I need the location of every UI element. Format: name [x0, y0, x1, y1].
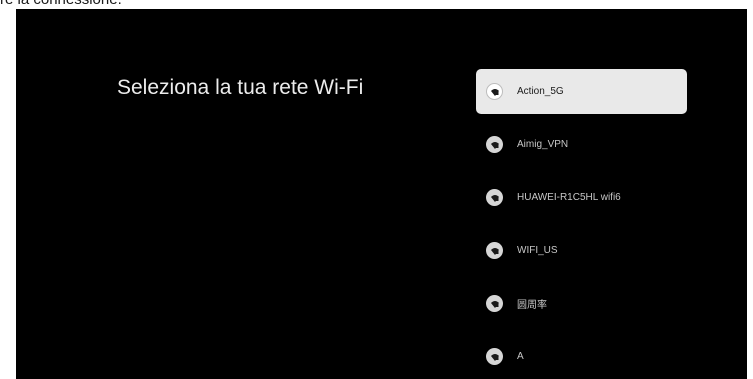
wifi-lock-icon — [486, 136, 503, 153]
wifi-network-item[interactable]: Action_5G — [476, 69, 687, 114]
wifi-network-item[interactable]: Aimig_VPN — [476, 122, 687, 167]
wifi-lock-icon — [486, 242, 503, 259]
wifi-network-item[interactable]: HUAWEI-R1C5HL wifi6 — [476, 175, 687, 220]
wifi-network-item[interactable]: A — [476, 334, 687, 379]
wifi-network-name: 圆周率 — [517, 300, 547, 311]
wifi-network-name: Action_5G — [517, 86, 564, 97]
top-caption: re la connessione. — [0, 0, 122, 9]
wifi-lock-icon — [486, 295, 503, 312]
wifi-network-item[interactable]: 圆周率 — [476, 281, 687, 326]
wifi-lock-icon — [486, 83, 503, 100]
wifi-lock-icon — [486, 189, 503, 206]
wifi-network-item[interactable]: WIFI_US — [476, 228, 687, 273]
tv-screen: Seleziona la tua rete Wi-Fi Action_5G Ai… — [16, 9, 747, 379]
wifi-network-name: HUAWEI-R1C5HL wifi6 — [517, 192, 621, 203]
wifi-network-name: Aimig_VPN — [517, 139, 569, 150]
wifi-network-name: WIFI_US — [517, 245, 558, 256]
wifi-network-name: A — [517, 351, 524, 362]
page-title: Seleziona la tua rete Wi-Fi — [117, 76, 364, 99]
wifi-lock-icon — [486, 348, 503, 365]
wifi-network-list: Action_5G Aimig_VPN HUAWEI-R1C5HL wifi6 … — [476, 69, 687, 379]
